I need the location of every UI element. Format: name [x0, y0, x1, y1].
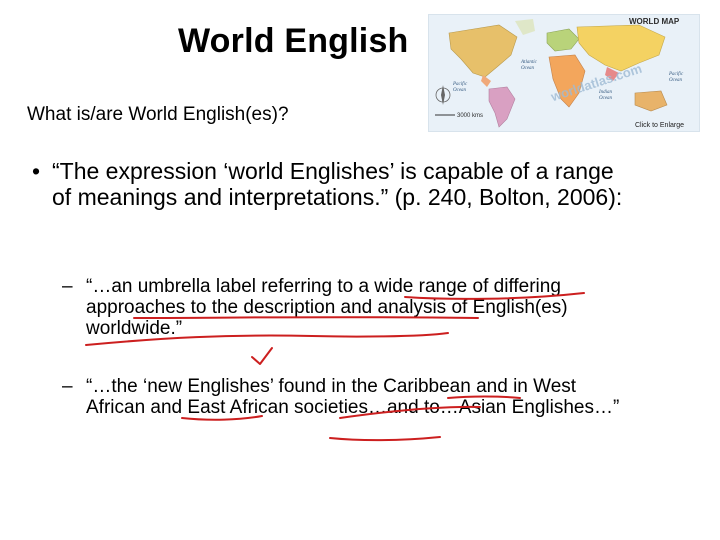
map-enlarge-link[interactable]: Click to Enlarge	[635, 122, 684, 129]
svg-text:Pacific: Pacific	[452, 82, 468, 87]
check-mark	[251, 347, 273, 365]
sub-bullet-marker: –	[62, 376, 73, 397]
world-map-image[interactable]: Atlantic Ocean Pacific Ocean Indian Ocea…	[428, 14, 700, 132]
svg-text:Indian: Indian	[598, 90, 613, 95]
map-heading: WORLD MAP	[629, 17, 680, 26]
slide-title: World English	[178, 22, 409, 60]
sub-bullet-text: “…an umbrella label referring to a wide …	[86, 276, 568, 339]
underline-mark	[329, 436, 441, 442]
svg-text:Ocean: Ocean	[669, 78, 683, 83]
svg-text:Pacific: Pacific	[668, 72, 684, 77]
svg-text:Ocean: Ocean	[599, 96, 613, 101]
slide-subtitle: What is/are World English(es)?	[27, 104, 289, 125]
sub-bullet-marker: –	[62, 276, 73, 297]
bullet-text: “The expression ‘world Englishes’ is cap…	[52, 158, 623, 210]
bullet-marker: •	[32, 158, 41, 184]
sub-bullet-text: “…the ‘new Englishes’ found in the Carib…	[86, 376, 620, 418]
svg-text:Ocean: Ocean	[521, 66, 535, 71]
svg-text:Ocean: Ocean	[453, 88, 467, 93]
map-scale-label: 3000 kms	[457, 113, 484, 119]
slide: World English What is/are World English(…	[0, 0, 720, 540]
svg-text:Atlantic: Atlantic	[520, 60, 538, 65]
